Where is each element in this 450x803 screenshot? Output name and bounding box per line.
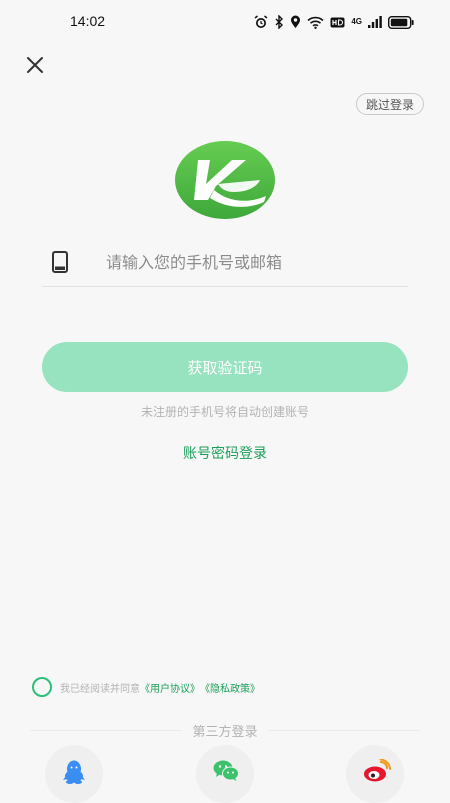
qq-login-button[interactable] — [45, 745, 103, 803]
user-agreement-link[interactable]: 《用户协议》 — [140, 680, 200, 695]
bluetooth-icon — [274, 15, 284, 29]
alarm-icon — [254, 15, 268, 29]
network-type-label: 4G — [351, 17, 362, 26]
battery-icon — [388, 15, 414, 29]
wifi-icon — [307, 16, 324, 29]
agreement-row: 我已经阅读并同意 《用户协议》 《隐私政策》 — [32, 677, 260, 697]
registration-hint: 未注册的手机号将自动创建账号 — [140, 405, 309, 419]
wechat-login-button[interactable] — [196, 745, 254, 803]
app-logo-icon — [175, 141, 275, 219]
privacy-policy-link[interactable]: 《隐私政策》 — [200, 680, 260, 695]
agreement-checkbox[interactable] — [32, 677, 52, 697]
password-login-link[interactable]: 账号密码登录 — [183, 446, 267, 462]
weibo-login-button[interactable] — [346, 745, 404, 803]
location-icon — [290, 15, 301, 29]
phone-icon — [52, 251, 68, 273]
status-time: 14:02 — [70, 13, 106, 29]
get-verification-code-button[interactable]: 获取验证码 — [42, 342, 408, 392]
skip-login-button[interactable]: 跳过登录 — [355, 93, 424, 115]
weibo-icon — [364, 759, 391, 782]
password-login-row: 账号密码登录 — [0, 443, 450, 463]
hd-icon — [330, 17, 345, 28]
agreement-prefix: 我已经阅读并同意 — [60, 683, 140, 695]
close-icon — [27, 57, 43, 73]
qq-icon — [63, 760, 85, 784]
phone-input-row — [42, 240, 408, 287]
third-party-title-row: 第三方登录 — [0, 721, 450, 740]
phone-email-input[interactable] — [104, 246, 398, 278]
status-icons: 4G — [254, 14, 414, 30]
third-party-title: 第三方登录 — [182, 725, 268, 740]
close-button[interactable] — [22, 52, 48, 78]
app-logo — [174, 140, 276, 220]
signal-icon — [368, 16, 382, 28]
wechat-icon — [213, 760, 239, 781]
status-bar: 14:02 4G — [0, 0, 450, 44]
